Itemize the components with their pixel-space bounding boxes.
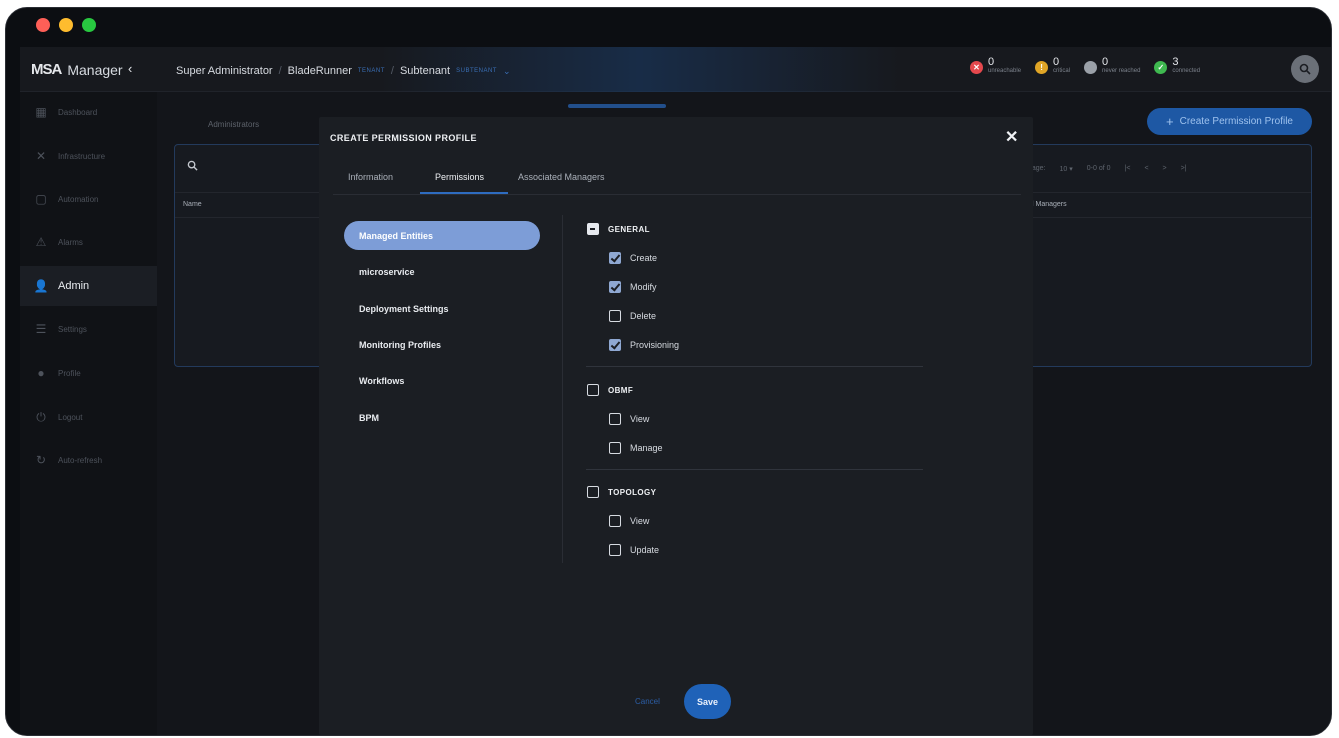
view-checkbox[interactable] (609, 413, 621, 425)
dashboard-icon: ▦ (35, 105, 47, 119)
sidebar-item-logout[interactable]: ⏻ Logout (20, 397, 157, 437)
sidebar-item-auto-refresh[interactable]: ↻ Auto-refresh (20, 440, 157, 480)
circle-icon (1084, 61, 1098, 74)
perm-general-create[interactable]: Create (609, 252, 657, 264)
sidebar-item-dashboard[interactable]: ▦ Dashboard (20, 92, 157, 132)
top-bar: MSA Manager ‹ Super Administrator / Blad… (20, 47, 1331, 92)
sidebar: ▦ Dashboard ✕ Infrastructure ▢ Automation ⚠… (20, 92, 157, 735)
error-icon: ✕ (970, 61, 983, 74)
status-critical[interactable]: ! 0 critical (1035, 57, 1070, 75)
sidebar-item-settings[interactable]: ☰ Settings (20, 309, 157, 349)
previous-page-button[interactable]: < (1144, 165, 1148, 173)
general-checkbox[interactable] (587, 223, 599, 235)
next-page-button[interactable]: > (1163, 165, 1167, 173)
last-page-button[interactable]: >| (1181, 165, 1187, 173)
tab-information[interactable]: Information (348, 172, 393, 182)
breadcrumb: Super Administrator / BladeRunner TENANT… (176, 65, 511, 77)
sidebar-item-infrastructure[interactable]: ✕ Infrastructure (20, 136, 157, 176)
search-icon[interactable] (1291, 55, 1319, 83)
tab-associated-managers[interactable]: Associated Managers (518, 172, 605, 182)
breadcrumb-tenant[interactable]: BladeRunner (288, 65, 352, 77)
create-checkbox[interactable] (609, 252, 621, 264)
perm-general-provisioning[interactable]: Provisioning (609, 339, 679, 351)
category-microservice[interactable]: microservice (344, 257, 540, 286)
perm-general-delete[interactable]: Delete (609, 310, 656, 322)
group-topology[interactable]: TOPOLOGY (587, 486, 656, 498)
breadcrumb-subtenant[interactable]: Subtenant (400, 65, 450, 77)
provisioning-checkbox[interactable] (609, 339, 621, 351)
window-controls (36, 18, 96, 32)
pagination: page: 10 ▾ 0-0 of 0 |< < > >| (1028, 165, 1187, 173)
profile-icon: ● (37, 366, 45, 380)
view-checkbox[interactable] (609, 515, 621, 527)
chevron-left-icon[interactable]: ‹ (128, 61, 132, 76)
minimize-window-button[interactable] (59, 18, 73, 32)
column-managers[interactable]: l Managers (1032, 201, 1067, 208)
sidebar-item-alarms[interactable]: ⚠ Alarms (20, 222, 157, 262)
window-frame: MSA Manager ‹ Super Administrator / Blad… (5, 7, 1332, 736)
subtenant-tag: SUBTENANT (456, 68, 497, 74)
infrastructure-icon: ✕ (35, 149, 47, 163)
app-logo[interactable]: MSA Manager (31, 61, 123, 78)
rows-per-page-select[interactable]: 10 ▾ (1060, 165, 1073, 173)
close-icon[interactable]: ✕ (1005, 127, 1018, 147)
plus-icon: + (1166, 114, 1174, 129)
breadcrumb-admin[interactable]: Super Administrator (176, 65, 273, 77)
perm-obmf-manage[interactable]: Manage (609, 442, 663, 454)
first-page-button[interactable]: |< (1125, 165, 1131, 173)
category-bpm[interactable]: BPM (344, 403, 540, 432)
group-obmf[interactable]: OBMF (587, 384, 633, 396)
category-managed-entities[interactable]: Managed Entities (344, 221, 540, 250)
update-checkbox[interactable] (609, 544, 621, 556)
status-summary: ✕ 0 unreachable ! 0 critical 0 never reache… (970, 57, 1200, 75)
power-icon: ⏻ (36, 409, 46, 424)
category-workflows[interactable]: Workflows (344, 366, 540, 395)
check-icon: ✓ (1154, 61, 1168, 74)
sidebar-item-admin[interactable]: 👤 Admin (20, 266, 157, 306)
warning-icon: ! (1035, 61, 1049, 74)
column-name[interactable]: Name (183, 201, 202, 208)
refresh-icon: ↻ (35, 453, 47, 467)
perm-topology-update[interactable]: Update (609, 544, 659, 556)
logo-mark: MSA (31, 61, 62, 78)
perm-general-modify[interactable]: Modify (609, 281, 657, 293)
sidebar-item-automation[interactable]: ▢ Automation (20, 179, 157, 219)
modify-checkbox[interactable] (609, 281, 621, 293)
obmf-checkbox[interactable] (587, 384, 599, 396)
search-icon[interactable] (187, 160, 198, 174)
manage-checkbox[interactable] (609, 442, 621, 454)
sidebar-item-profile[interactable]: ● Profile (20, 353, 157, 393)
app-name: Manager (67, 61, 123, 78)
dialog-tabs: Information Permissions Associated Manag… (333, 163, 1021, 195)
save-button[interactable]: Save (684, 684, 731, 719)
close-window-button[interactable] (36, 18, 50, 32)
sliders-icon: ☰ (35, 322, 47, 336)
status-connected[interactable]: ✓ 3 connected (1154, 57, 1200, 75)
perm-obmf-view[interactable]: View (609, 413, 649, 425)
perm-topology-view[interactable]: View (609, 515, 649, 527)
app: MSA Manager ‹ Super Administrator / Blad… (20, 47, 1331, 735)
automation-icon: ▢ (35, 192, 47, 206)
status-never-reached[interactable]: 0 never reached (1084, 57, 1140, 75)
category-monitoring-profiles[interactable]: Monitoring Profiles (344, 330, 540, 359)
cancel-button[interactable]: Cancel (635, 697, 660, 706)
group-general[interactable]: GENERAL (587, 223, 650, 235)
tenant-tag: TENANT (357, 68, 385, 74)
delete-checkbox[interactable] (609, 310, 621, 322)
user-icon: 👤 (33, 279, 49, 293)
create-permission-profile-button[interactable]: + Create Permission Profile (1147, 108, 1312, 135)
create-permission-profile-dialog: CREATE PERMISSION PROFILE ✕ Information … (319, 117, 1033, 735)
topology-checkbox[interactable] (587, 486, 599, 498)
chevron-down-icon[interactable]: ⌄ (503, 66, 511, 77)
tab-administrators[interactable]: Administrators (208, 120, 259, 129)
status-unreachable[interactable]: ✕ 0 unreachable (970, 57, 1021, 75)
category-deployment-settings[interactable]: Deployment Settings (344, 294, 540, 323)
dialog-title: CREATE PERMISSION PROFILE (330, 133, 477, 143)
active-tab-indicator (420, 192, 508, 194)
maximize-window-button[interactable] (82, 18, 96, 32)
tab-permissions[interactable]: Permissions (435, 172, 484, 182)
bell-icon: ⚠ (35, 235, 47, 249)
